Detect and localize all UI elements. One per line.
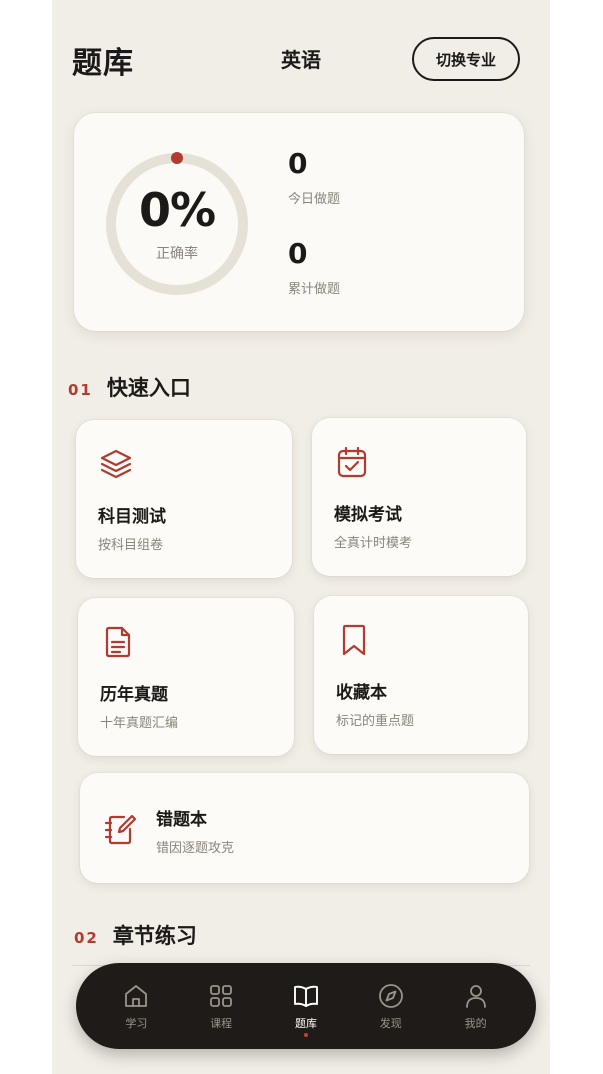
tab-label: 发现 [379, 1016, 402, 1030]
tab-question-bank[interactable]: 题库 [271, 971, 341, 1041]
stats-card: 0% 正确率 0 今日做题 0 累计做题 [74, 113, 524, 331]
accuracy-label: 正确率 [156, 246, 198, 262]
section-chapter-practice: 02 章节练习 [74, 920, 197, 950]
tile-subtitle: 错因逐题攻克 [156, 841, 235, 856]
tile-title: 模拟考试 [334, 505, 402, 525]
tile-title: 历年真题 [100, 685, 168, 705]
tab-label: 课程 [210, 1016, 233, 1030]
today-count: 0 [288, 147, 308, 180]
section-title: 快速入口 [106, 376, 191, 400]
quick-entry-favorites[interactable]: 收藏本 标记的重点题 [314, 596, 528, 754]
calendar-check-icon [337, 446, 367, 478]
total-label: 累计做题 [288, 282, 341, 297]
tab-study[interactable]: 学习 [101, 971, 171, 1041]
quick-entry-mock-exam[interactable]: 模拟考试 全真计时模考 [312, 418, 526, 576]
grid-icon [210, 984, 233, 1007]
compass-icon [378, 983, 403, 1008]
bottom-tab-bar: 学习 课程 题库 发现 我的 [76, 963, 536, 1049]
tab-label: 我的 [464, 1016, 487, 1030]
book-open-icon [294, 985, 318, 1007]
bookmark-icon [342, 624, 366, 656]
user-icon [465, 984, 486, 1008]
tab-label: 题库 [294, 1016, 317, 1030]
today-stat: 0 今日做题 [288, 147, 340, 207]
app-screen: 题库 英语 切换专业 0% 正确率 0 今日做题 0 累计做题 01 快速入口 [52, 0, 550, 1074]
notebook-pen-icon [104, 814, 137, 845]
section-number: 02 [74, 929, 99, 947]
tile-subtitle: 标记的重点题 [336, 714, 415, 729]
section-title: 章节练习 [112, 924, 197, 948]
quick-entry-mistakes[interactable]: 错题本 错因逐题攻克 [80, 773, 529, 883]
tab-label: 学习 [125, 1016, 148, 1030]
switch-major-button[interactable]: 切换专业 [412, 37, 520, 81]
section-number: 01 [68, 381, 93, 399]
tab-profile[interactable]: 我的 [441, 971, 511, 1041]
tile-subtitle: 按科目组卷 [98, 538, 164, 553]
total-stat: 0 累计做题 [288, 237, 340, 297]
tile-title: 错题本 [156, 810, 207, 830]
tab-discover[interactable]: 发现 [356, 971, 426, 1041]
quick-entry-past-papers[interactable]: 历年真题 十年真题汇编 [78, 598, 294, 756]
accuracy-value: 0% [138, 183, 216, 237]
active-tab-indicator [303, 1033, 308, 1037]
header: 题库 英语 切换专业 [52, 0, 550, 110]
home-icon [125, 984, 148, 1007]
section-quick-entry: 01 快速入口 [68, 372, 191, 402]
tab-courses[interactable]: 课程 [186, 971, 256, 1041]
today-label: 今日做题 [288, 192, 341, 207]
tile-title: 收藏本 [336, 683, 387, 703]
tile-subtitle: 十年真题汇编 [100, 716, 179, 731]
layers-icon [100, 449, 132, 479]
document-icon [105, 626, 131, 658]
tile-subtitle: 全真计时模考 [334, 536, 413, 551]
total-count: 0 [288, 237, 308, 270]
accuracy-ring-indicator [171, 152, 183, 164]
tile-title: 科目测试 [98, 507, 166, 527]
quick-entry-subject-test[interactable]: 科目测试 按科目组卷 [76, 420, 292, 578]
